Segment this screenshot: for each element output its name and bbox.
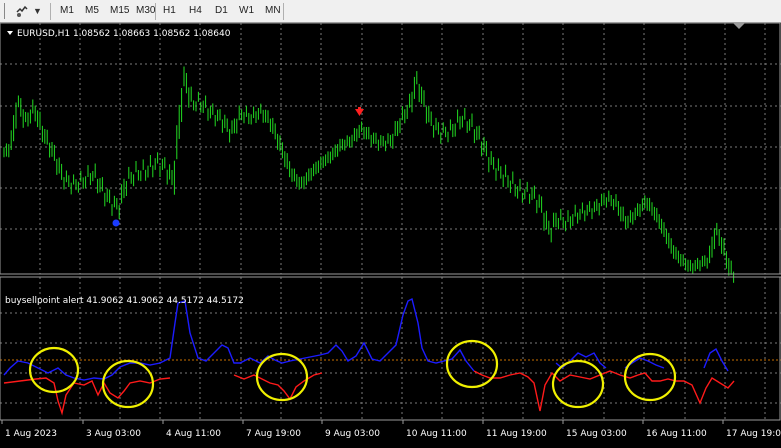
time-label: 10 Aug 11:00 [406,429,467,439]
time-label: 9 Aug 03:00 [325,429,380,439]
timeframe-m5-button[interactable]: M5 [82,2,102,20]
time-label: 15 Aug 03:00 [566,429,627,439]
time-label: 7 Aug 19:00 [246,429,301,439]
hand-pointer-icon[interactable] [14,3,30,19]
indicator-header: buysellpoint alert 41.9062 41.9062 44.51… [5,296,244,306]
timeframe-h1-button[interactable]: H1 [160,2,179,20]
timeframe-toolbar: ▼ M1 M5 M15 M30 H1 H4 D1 W1 MN [0,0,781,23]
main-header: EURUSD,H1 1.08562 1.08663 1.08562 1.0864… [7,29,231,39]
time-label: 3 Aug 03:00 [86,429,141,439]
main-chart-header: EURUSD,H1 1.08562 1.08663 1.08562 1.0864… [17,29,231,39]
time-label: 16 Aug 11:00 [646,429,707,439]
time-label: 17 Aug 19:00 [726,429,781,439]
toolbar-separator [283,3,284,20]
chart-window[interactable]: EURUSD,H1 1.08562 1.08663 1.08562 1.0864… [0,22,781,443]
timeframe-m1-button[interactable]: M1 [57,2,77,20]
timeframe-mn-button[interactable]: MN [262,2,284,20]
chevron-down-icon[interactable]: ▼ [33,3,42,19]
toolbar-separator [50,3,51,20]
timeframe-d1-button[interactable]: D1 [212,2,231,20]
toolbar-separator [155,3,156,20]
timeframe-h4-button[interactable]: H4 [186,2,205,20]
time-label: 11 Aug 19:00 [486,429,547,439]
buy-arrow-icon [112,219,120,227]
time-label: 1 Aug 2023 [5,429,57,439]
timeframe-m15-button[interactable]: M15 [107,2,132,20]
time-label: 4 Aug 11:00 [166,429,221,439]
timeframe-w1-button[interactable]: W1 [236,2,257,20]
toolbar-edge-icon [0,3,5,19]
